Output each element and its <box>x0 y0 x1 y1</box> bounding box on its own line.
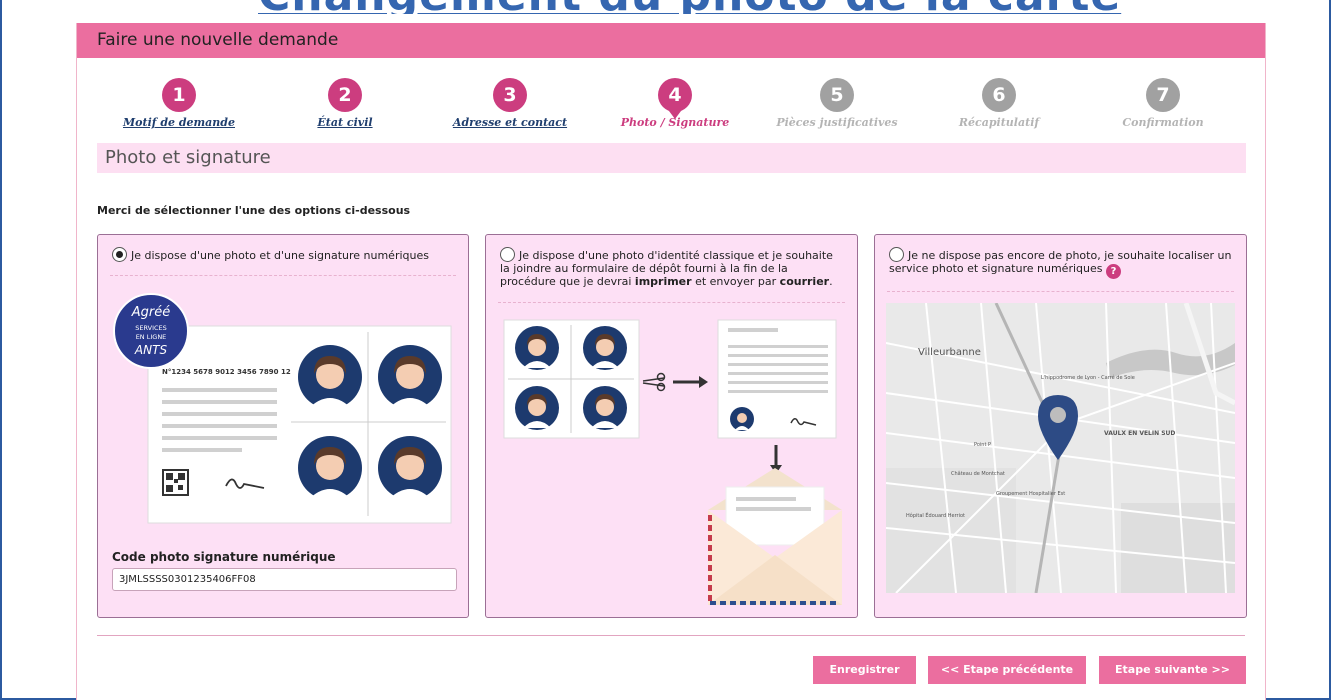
classic-photo-illustration <box>503 319 842 605</box>
option-digital-label: Je dispose d'une photo et d'une signatur… <box>131 249 429 262</box>
envelope-icon <box>708 468 842 605</box>
photo-1 <box>298 345 362 409</box>
option-digital-label-row[interactable]: Je dispose d'une photo et d'une signatur… <box>112 247 454 262</box>
step-label[interactable]: État civil <box>265 116 425 129</box>
map-place5: Point P <box>974 442 991 448</box>
step-4: 4 Photo / Signature <box>595 78 755 129</box>
section-prompt: Merci de sélectionner l'une des options … <box>97 204 411 217</box>
photo-small-3 <box>515 386 559 430</box>
option-classic-bold2: courrier <box>779 275 830 288</box>
option-classic-label-row[interactable]: Je dispose d'une photo d'identité classi… <box>500 247 843 288</box>
save-button[interactable]: Enregistrer <box>813 656 916 684</box>
step-3[interactable]: 3 Adresse et contact <box>430 78 590 129</box>
next-step-button[interactable]: Etape suivante >> <box>1099 656 1246 684</box>
map-city1: Villeurbanne <box>918 347 981 358</box>
badge-line1: Agréé <box>131 305 171 320</box>
step-5: 5 Pièces justificatives <box>757 78 917 129</box>
step-label[interactable]: Motif de demande <box>99 116 259 129</box>
option-locate-label-row[interactable]: Je ne dispose pas encore de photo, je so… <box>889 247 1232 279</box>
section-title: Photo et signature <box>97 143 1246 173</box>
card-sample-number: N°1234 5678 9012 3456 7890 12 <box>162 368 291 376</box>
photo-4 <box>378 436 442 500</box>
map-place2: Château de Montchat <box>951 470 1005 477</box>
form-page: Faire une nouvelle demande 1 Motif de de… <box>76 23 1266 700</box>
option-locate-label: Je ne dispose pas encore de photo, je so… <box>889 249 1232 275</box>
photo-3 <box>298 436 362 500</box>
option-card-digital[interactable]: Je dispose d'une photo et d'une signatur… <box>97 234 469 618</box>
step-number: 7 <box>1146 78 1180 112</box>
radio-locate[interactable] <box>889 247 904 262</box>
option-classic-text3: . <box>829 275 833 288</box>
step-number: 1 <box>162 78 196 112</box>
photo-small-2 <box>583 326 627 370</box>
scissors-icon <box>642 372 666 392</box>
step-1[interactable]: 1 Motif de demande <box>99 78 259 129</box>
code-field-input[interactable] <box>112 568 457 591</box>
digital-id-illustration: N°1234 5678 9012 3456 7890 12 Agréé SERV… <box>113 293 452 524</box>
step-number: 2 <box>328 78 362 112</box>
photo-small-4 <box>583 386 627 430</box>
map-place4: Hôpital Édouard Herriot <box>906 511 965 519</box>
step-7: 7 Confirmation <box>1083 78 1243 129</box>
page-header: Faire une nouvelle demande <box>77 23 1265 58</box>
qr-code-icon <box>162 469 189 496</box>
location-map[interactable]: Villeurbanne VAULX EN VELIN SUD L'hippod… <box>886 303 1235 593</box>
separator <box>887 291 1234 292</box>
map-city2: VAULX EN VELIN SUD <box>1104 430 1175 437</box>
badge-line2: SERVICES <box>135 324 167 332</box>
option-card-classic[interactable]: Je dispose d'une photo d'identité classi… <box>485 234 858 618</box>
badge-line3: EN LIGNE <box>136 333 167 341</box>
step-label[interactable]: Adresse et contact <box>430 116 590 129</box>
step-label: Récapitulatif <box>958 116 1040 129</box>
step-2[interactable]: 2 État civil <box>265 78 425 129</box>
step-number: 6 <box>982 78 1016 112</box>
step-label: Pièces justificatives <box>776 116 898 129</box>
previous-step-button[interactable]: << Etape précédente <box>928 656 1086 684</box>
step-6: 6 Récapitulatif <box>919 78 1079 129</box>
separator <box>110 275 456 276</box>
radio-digital[interactable] <box>112 247 127 262</box>
step-number: 5 <box>820 78 854 112</box>
step-label: Confirmation <box>1122 116 1204 129</box>
badge-line4: ANTS <box>134 343 168 357</box>
map-place3: Groupement Hospitalier Est <box>996 491 1065 497</box>
code-field-label: Code photo signature numérique <box>112 550 336 564</box>
option-classic-text2: et envoyer par <box>691 275 780 288</box>
photo-on-form <box>730 407 754 431</box>
map-place1: L'hippodrome de Lyon - Carré de Soie <box>1041 374 1135 381</box>
help-icon[interactable]: ? <box>1105 264 1121 279</box>
step-number: 3 <box>493 78 527 112</box>
arrow-right-icon <box>673 376 708 388</box>
option-classic-bold1: imprimer <box>634 275 692 288</box>
option-card-locate[interactable]: Je ne dispose pas encore de photo, je so… <box>874 234 1247 618</box>
step-number: 4 <box>658 78 692 119</box>
separator <box>498 302 845 303</box>
footer-divider <box>97 635 1245 636</box>
photo-small-1 <box>515 326 559 370</box>
ants-badge: Agréé SERVICES EN LIGNE ANTS <box>113 293 189 369</box>
radio-classic[interactable] <box>500 247 515 262</box>
photo-2 <box>378 345 442 409</box>
